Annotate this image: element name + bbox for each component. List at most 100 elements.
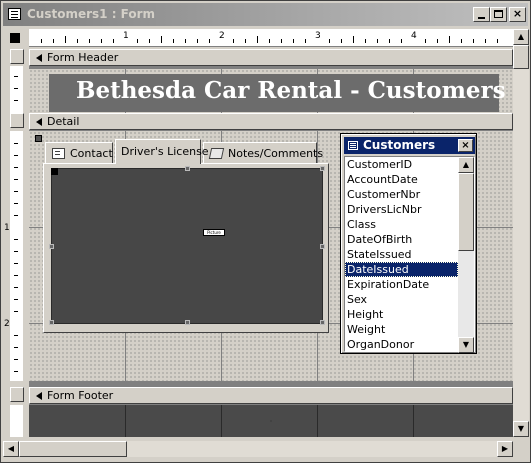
- section-arrow-icon: [36, 54, 42, 62]
- scroll-left-button[interactable]: ◀: [3, 441, 19, 457]
- form-footer-label: Form Footer: [47, 389, 114, 402]
- vertical-scrollbar[interactable]: ▲ ▼: [513, 29, 529, 437]
- field-list-item[interactable]: DriversLicNbr: [345, 202, 458, 217]
- field-list-title: Customers: [363, 138, 436, 152]
- field-list-item[interactable]: DateIssued: [345, 262, 458, 277]
- arrow-up-icon: ▲: [517, 32, 525, 41]
- form-header-label: Form Header: [47, 51, 119, 64]
- arrow-down-icon: ▼: [462, 340, 470, 349]
- horizontal-scrollbar[interactable]: ◀ ▶: [3, 441, 513, 457]
- scroll-down-button[interactable]: ▼: [513, 421, 529, 437]
- minimize-button[interactable]: [473, 7, 490, 22]
- close-icon: ×: [461, 140, 470, 151]
- form-icon[interactable]: [8, 8, 21, 20]
- detail-bar[interactable]: Detail: [29, 113, 513, 130]
- form-footer-section[interactable]: [29, 405, 513, 437]
- field-list-item[interactable]: CustomerNbr: [345, 187, 458, 202]
- arrow-right-icon: ▶: [501, 444, 509, 453]
- field-list-box[interactable]: CustomerID AccountDate CustomerNbr DriversL…: [344, 156, 475, 353]
- scroll-thumb[interactable]: [513, 45, 529, 69]
- resize-handle[interactable]: [49, 320, 54, 325]
- move-handle[interactable]: [51, 168, 58, 175]
- minimize-icon: [478, 17, 485, 19]
- ruler-number: 2: [219, 31, 225, 41]
- detail-section-selector[interactable]: [10, 113, 24, 128]
- scroll-right-button[interactable]: ▶: [497, 441, 513, 457]
- form-selector-icon: [10, 33, 20, 43]
- field-list-item[interactable]: DateOfBirth: [345, 232, 458, 247]
- close-icon: ×: [512, 7, 523, 20]
- resize-handle[interactable]: [185, 320, 190, 325]
- tab-control-move-handle[interactable]: [35, 135, 42, 142]
- header-title-label[interactable]: Bethesda Car Rental - Customers: [49, 74, 506, 112]
- close-button[interactable]: ×: [509, 7, 526, 22]
- section-arrow-icon: [36, 392, 42, 400]
- scroll-thumb[interactable]: [19, 441, 127, 457]
- tab-label: Contact: [70, 147, 113, 160]
- field-list-scrollbar[interactable]: ▲ ▼: [458, 157, 474, 353]
- field-list-item[interactable]: Sex: [345, 292, 458, 307]
- tab-page-drivers-license[interactable]: Picture: [43, 163, 329, 333]
- scroll-up-button[interactable]: ▲: [513, 29, 529, 45]
- table-icon: [348, 141, 358, 150]
- title-bar[interactable]: Customers1 : Form ×: [3, 3, 528, 26]
- field-list-items[interactable]: CustomerID AccountDate CustomerNbr DriversL…: [345, 157, 458, 353]
- image-control[interactable]: Picture: [49, 166, 325, 325]
- window-title: Customers1 : Form: [27, 7, 156, 21]
- field-list-item[interactable]: Class: [345, 217, 458, 232]
- header-section-selector[interactable]: [10, 49, 24, 64]
- field-list-item[interactable]: CustomerID: [345, 157, 458, 172]
- field-list-item[interactable]: Weight: [345, 322, 458, 337]
- field-list-item[interactable]: AccountDate: [345, 172, 458, 187]
- tab-contact[interactable]: Contact: [45, 142, 113, 164]
- field-list-window[interactable]: Customers × CustomerID AccountDate Custome…: [340, 133, 477, 354]
- ruler-number: 2: [4, 319, 10, 329]
- scroll-down-button[interactable]: ▼: [458, 337, 474, 353]
- form-header-bar[interactable]: Form Header: [29, 49, 513, 66]
- tab-drivers-license[interactable]: Driver's License: [115, 139, 209, 164]
- form-selector[interactable]: [3, 29, 27, 47]
- tab-label: Notes/Comments: [228, 147, 324, 160]
- form-footer-bar[interactable]: Form Footer: [29, 387, 513, 404]
- field-list-item[interactable]: ExpirationDate: [345, 277, 458, 292]
- notes-icon: [208, 148, 225, 159]
- form-header-section[interactable]: Bethesda Car Rental - Customers: [29, 69, 513, 113]
- footer-ruler: [10, 405, 23, 437]
- resize-handle[interactable]: [320, 320, 325, 325]
- section-arrow-icon: [36, 118, 42, 126]
- resize-handle[interactable]: [49, 244, 54, 249]
- design-canvas: Form Header Bethesda Car Rental - Custom…: [29, 49, 513, 437]
- horizontal-ruler[interactable]: 1 2 3 4: [29, 29, 513, 47]
- field-list-title-bar[interactable]: Customers ×: [344, 137, 475, 154]
- header-title: Bethesda Car Rental - Customers: [76, 77, 506, 104]
- tab-notes-comments[interactable]: Notes/Comments: [203, 142, 323, 164]
- form-design-window: Customers1 : Form × 1 2 3 4 1 2 Form Hea…: [0, 0, 531, 463]
- field-list-item[interactable]: StateIssued: [345, 247, 458, 262]
- resize-handle[interactable]: [185, 166, 190, 171]
- scroll-up-button[interactable]: ▲: [458, 157, 474, 173]
- ruler-number: 4: [411, 31, 417, 41]
- detail-ruler: [10, 131, 23, 381]
- field-list-item[interactable]: OrganDonor: [345, 337, 458, 352]
- field-list-close-button[interactable]: ×: [458, 139, 473, 152]
- size-grip[interactable]: [513, 441, 529, 457]
- field-list-item[interactable]: Height: [345, 307, 458, 322]
- vertical-ruler[interactable]: 1 2: [3, 49, 27, 437]
- resize-handle[interactable]: [320, 166, 325, 171]
- arrow-up-icon: ▲: [462, 160, 470, 169]
- scroll-thumb[interactable]: [458, 173, 474, 251]
- contact-card-icon: [52, 148, 65, 159]
- arrow-left-icon: ◀: [7, 444, 15, 453]
- ruler-number: 1: [123, 31, 129, 41]
- arrow-down-icon: ▼: [517, 424, 525, 433]
- header-ruler: [10, 66, 23, 113]
- detail-label: Detail: [47, 115, 80, 128]
- footer-section-selector[interactable]: [10, 387, 24, 402]
- tab-label: Driver's License: [121, 145, 209, 158]
- maximize-button[interactable]: [490, 7, 507, 22]
- image-caption-label[interactable]: Picture: [203, 229, 225, 236]
- resize-handle[interactable]: [320, 244, 325, 249]
- maximize-icon: [494, 10, 503, 18]
- ruler-number: 3: [315, 31, 321, 41]
- ruler-number: 1: [4, 223, 10, 233]
